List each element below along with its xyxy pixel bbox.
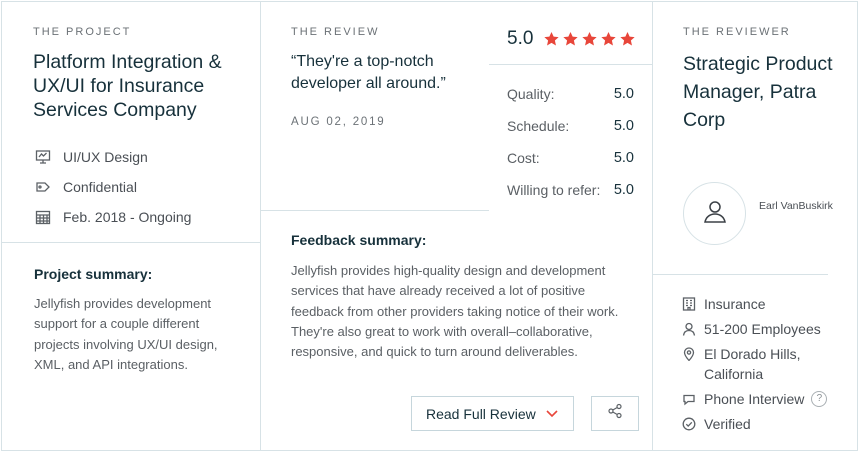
project-budget-label: Confidential <box>63 179 137 195</box>
user-icon <box>702 198 728 229</box>
review-eyebrow: THE REVIEW <box>291 26 380 38</box>
rating-divider <box>489 64 653 65</box>
share-icon <box>607 403 623 424</box>
price-tag-icon <box>34 178 52 196</box>
project-service: UI/UX Design <box>34 142 191 172</box>
star-icon <box>562 31 579 47</box>
star-icon <box>543 31 560 47</box>
reviewer-column: THE REVIEWER Strategic Product Manager, … <box>652 2 859 450</box>
reviewer-review-method-label: Phone Interview <box>704 391 805 407</box>
project-title: Platform Integration & UX/UI for Insuran… <box>33 51 222 121</box>
rating-cost: Cost: 5.0 <box>507 142 634 174</box>
rating-willing-to-refer: Willing to refer: 5.0 <box>507 174 634 206</box>
project-column: THE PROJECT Platform Integration & UX/UI… <box>2 2 260 450</box>
feedback-summary-heading: Feedback summary: <box>291 232 427 248</box>
project-budget: Confidential <box>34 172 191 202</box>
design-icon <box>34 148 52 166</box>
rating-value: 5.0 <box>613 118 634 134</box>
review-column: THE REVIEW “They're a top-notch develope… <box>260 2 653 450</box>
reviewer-company-size-label: 51-200 Employees <box>704 321 821 337</box>
rating-quality: Quality: 5.0 <box>507 78 634 110</box>
read-full-review-label: Read Full Review <box>426 405 536 422</box>
project-divider <box>2 242 260 243</box>
project-summary-text: Jellyfish provides development support f… <box>34 296 218 372</box>
review-date: AUG 02, 2019 <box>291 116 386 128</box>
rating-label: Quality: <box>507 86 555 102</box>
reviewer-verified-label: Verified <box>704 416 751 432</box>
review-actions: Read Full Review <box>411 396 639 431</box>
project-dates-label: Feb. 2018 - Ongoing <box>63 209 192 225</box>
reviewer-title: Strategic Product Manager, Patra Corp <box>683 53 833 131</box>
reviewer-industry-label: Insurance <box>704 296 766 312</box>
rating-label: Schedule: <box>507 118 570 134</box>
reviewer-verified: Verified <box>681 414 827 434</box>
location-pin-icon <box>681 344 697 364</box>
review-card: THE PROJECT Platform Integration & UX/UI… <box>1 1 858 451</box>
rating-value: 5.0 <box>613 182 634 198</box>
reviewer-industry: Insurance <box>681 294 827 314</box>
rating-value: 5.0 <box>613 150 634 166</box>
star-icon <box>581 31 598 47</box>
share-button[interactable] <box>591 396 639 431</box>
overall-score: 5.0 <box>507 28 534 49</box>
read-full-review-button[interactable]: Read Full Review <box>411 396 574 431</box>
chevron-down-icon <box>545 406 559 422</box>
rating-label: Cost: <box>507 150 540 166</box>
star-icon <box>600 31 617 47</box>
reviewer-location-label: El Dorado Hills, California <box>704 346 801 382</box>
feedback-summary-text: Jellyfish provides high-quality design a… <box>291 263 619 360</box>
check-circle-icon <box>681 414 697 434</box>
avatar <box>683 182 746 245</box>
reviewer-eyebrow: THE REVIEWER <box>683 26 791 38</box>
rating-label: Willing to refer: <box>507 182 601 198</box>
rating-value: 5.0 <box>613 86 634 102</box>
reviewer-divider <box>653 274 828 275</box>
project-eyebrow: THE PROJECT <box>33 26 132 38</box>
reviewer-company-size: 51-200 Employees <box>681 319 827 339</box>
review-divider <box>261 210 489 211</box>
reviewer-name: Earl VanBuskirk <box>759 200 833 212</box>
reviewer-review-method: Phone Interview ? <box>681 389 828 409</box>
review-quote: “They're a top-notch developer all aroun… <box>291 53 446 92</box>
chat-bubble-icon <box>681 389 697 409</box>
calendar-icon <box>34 208 52 226</box>
person-icon <box>681 319 697 339</box>
reviewer-location: El Dorado Hills, California <box>681 344 827 384</box>
building-icon <box>681 294 697 314</box>
rating-schedule: Schedule: 5.0 <box>507 110 634 142</box>
project-meta-list: UI/UX Design Confidential Feb. 2018 - On… <box>34 142 191 232</box>
overall-rating: 5.0 <box>507 28 638 50</box>
project-summary-heading: Project summary: <box>34 266 153 282</box>
project-service-label: UI/UX Design <box>63 149 148 165</box>
star-rating <box>543 31 638 47</box>
ratings-list: Quality: 5.0 Schedule: 5.0 Cost: 5.0 Wil… <box>507 78 634 206</box>
project-dates: Feb. 2018 - Ongoing <box>34 202 191 232</box>
reviewer-info-list: Insurance 51-200 Employees El Dorado Hil… <box>681 294 828 439</box>
star-icon <box>619 31 636 47</box>
help-icon[interactable]: ? <box>811 391 828 407</box>
